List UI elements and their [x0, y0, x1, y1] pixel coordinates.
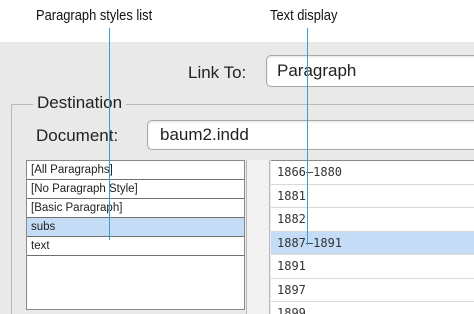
link-to-select[interactable]: Paragraph: [266, 55, 474, 87]
paragraph-style-item[interactable]: [No Paragraph Style]: [27, 180, 244, 199]
text-entry[interactable]: 1897: [271, 279, 474, 302]
list-divider-gutter: [246, 160, 270, 314]
link-to-label: Link To:: [188, 63, 247, 82]
text-entry[interactable]: 1891: [271, 255, 474, 279]
text-entry[interactable]: 1881: [271, 185, 474, 208]
paragraph-style-item[interactable]: [Basic Paragraph]: [27, 199, 244, 218]
callout-paragraph-styles-list: Paragraph styles list: [36, 7, 153, 24]
paragraph-styles-list[interactable]: [All Paragraphs] [No Paragraph Style] [B…: [26, 160, 245, 310]
text-entry[interactable]: 1866–1880: [271, 161, 474, 185]
paragraph-style-item[interactable]: text: [27, 237, 244, 256]
document-label: Document:: [36, 126, 119, 145]
paragraph-style-item-selected[interactable]: subs: [27, 218, 244, 237]
callout-text-display: Text display: [270, 7, 338, 24]
text-entry[interactable]: 1882: [271, 208, 474, 232]
paragraph-style-item[interactable]: [All Paragraphs]: [27, 161, 244, 180]
document-select[interactable]: baum2.indd: [147, 120, 474, 150]
callout-leader-line: [109, 28, 110, 240]
destination-legend: Destination: [33, 93, 127, 113]
text-display-list[interactable]: 1866–1880 1881 1882 1887–1891 1891 1897 …: [271, 160, 474, 314]
callout-leader-line: [307, 28, 308, 245]
text-entry-selected[interactable]: 1887–1891: [271, 231, 474, 255]
text-entry[interactable]: 1899: [271, 302, 474, 314]
